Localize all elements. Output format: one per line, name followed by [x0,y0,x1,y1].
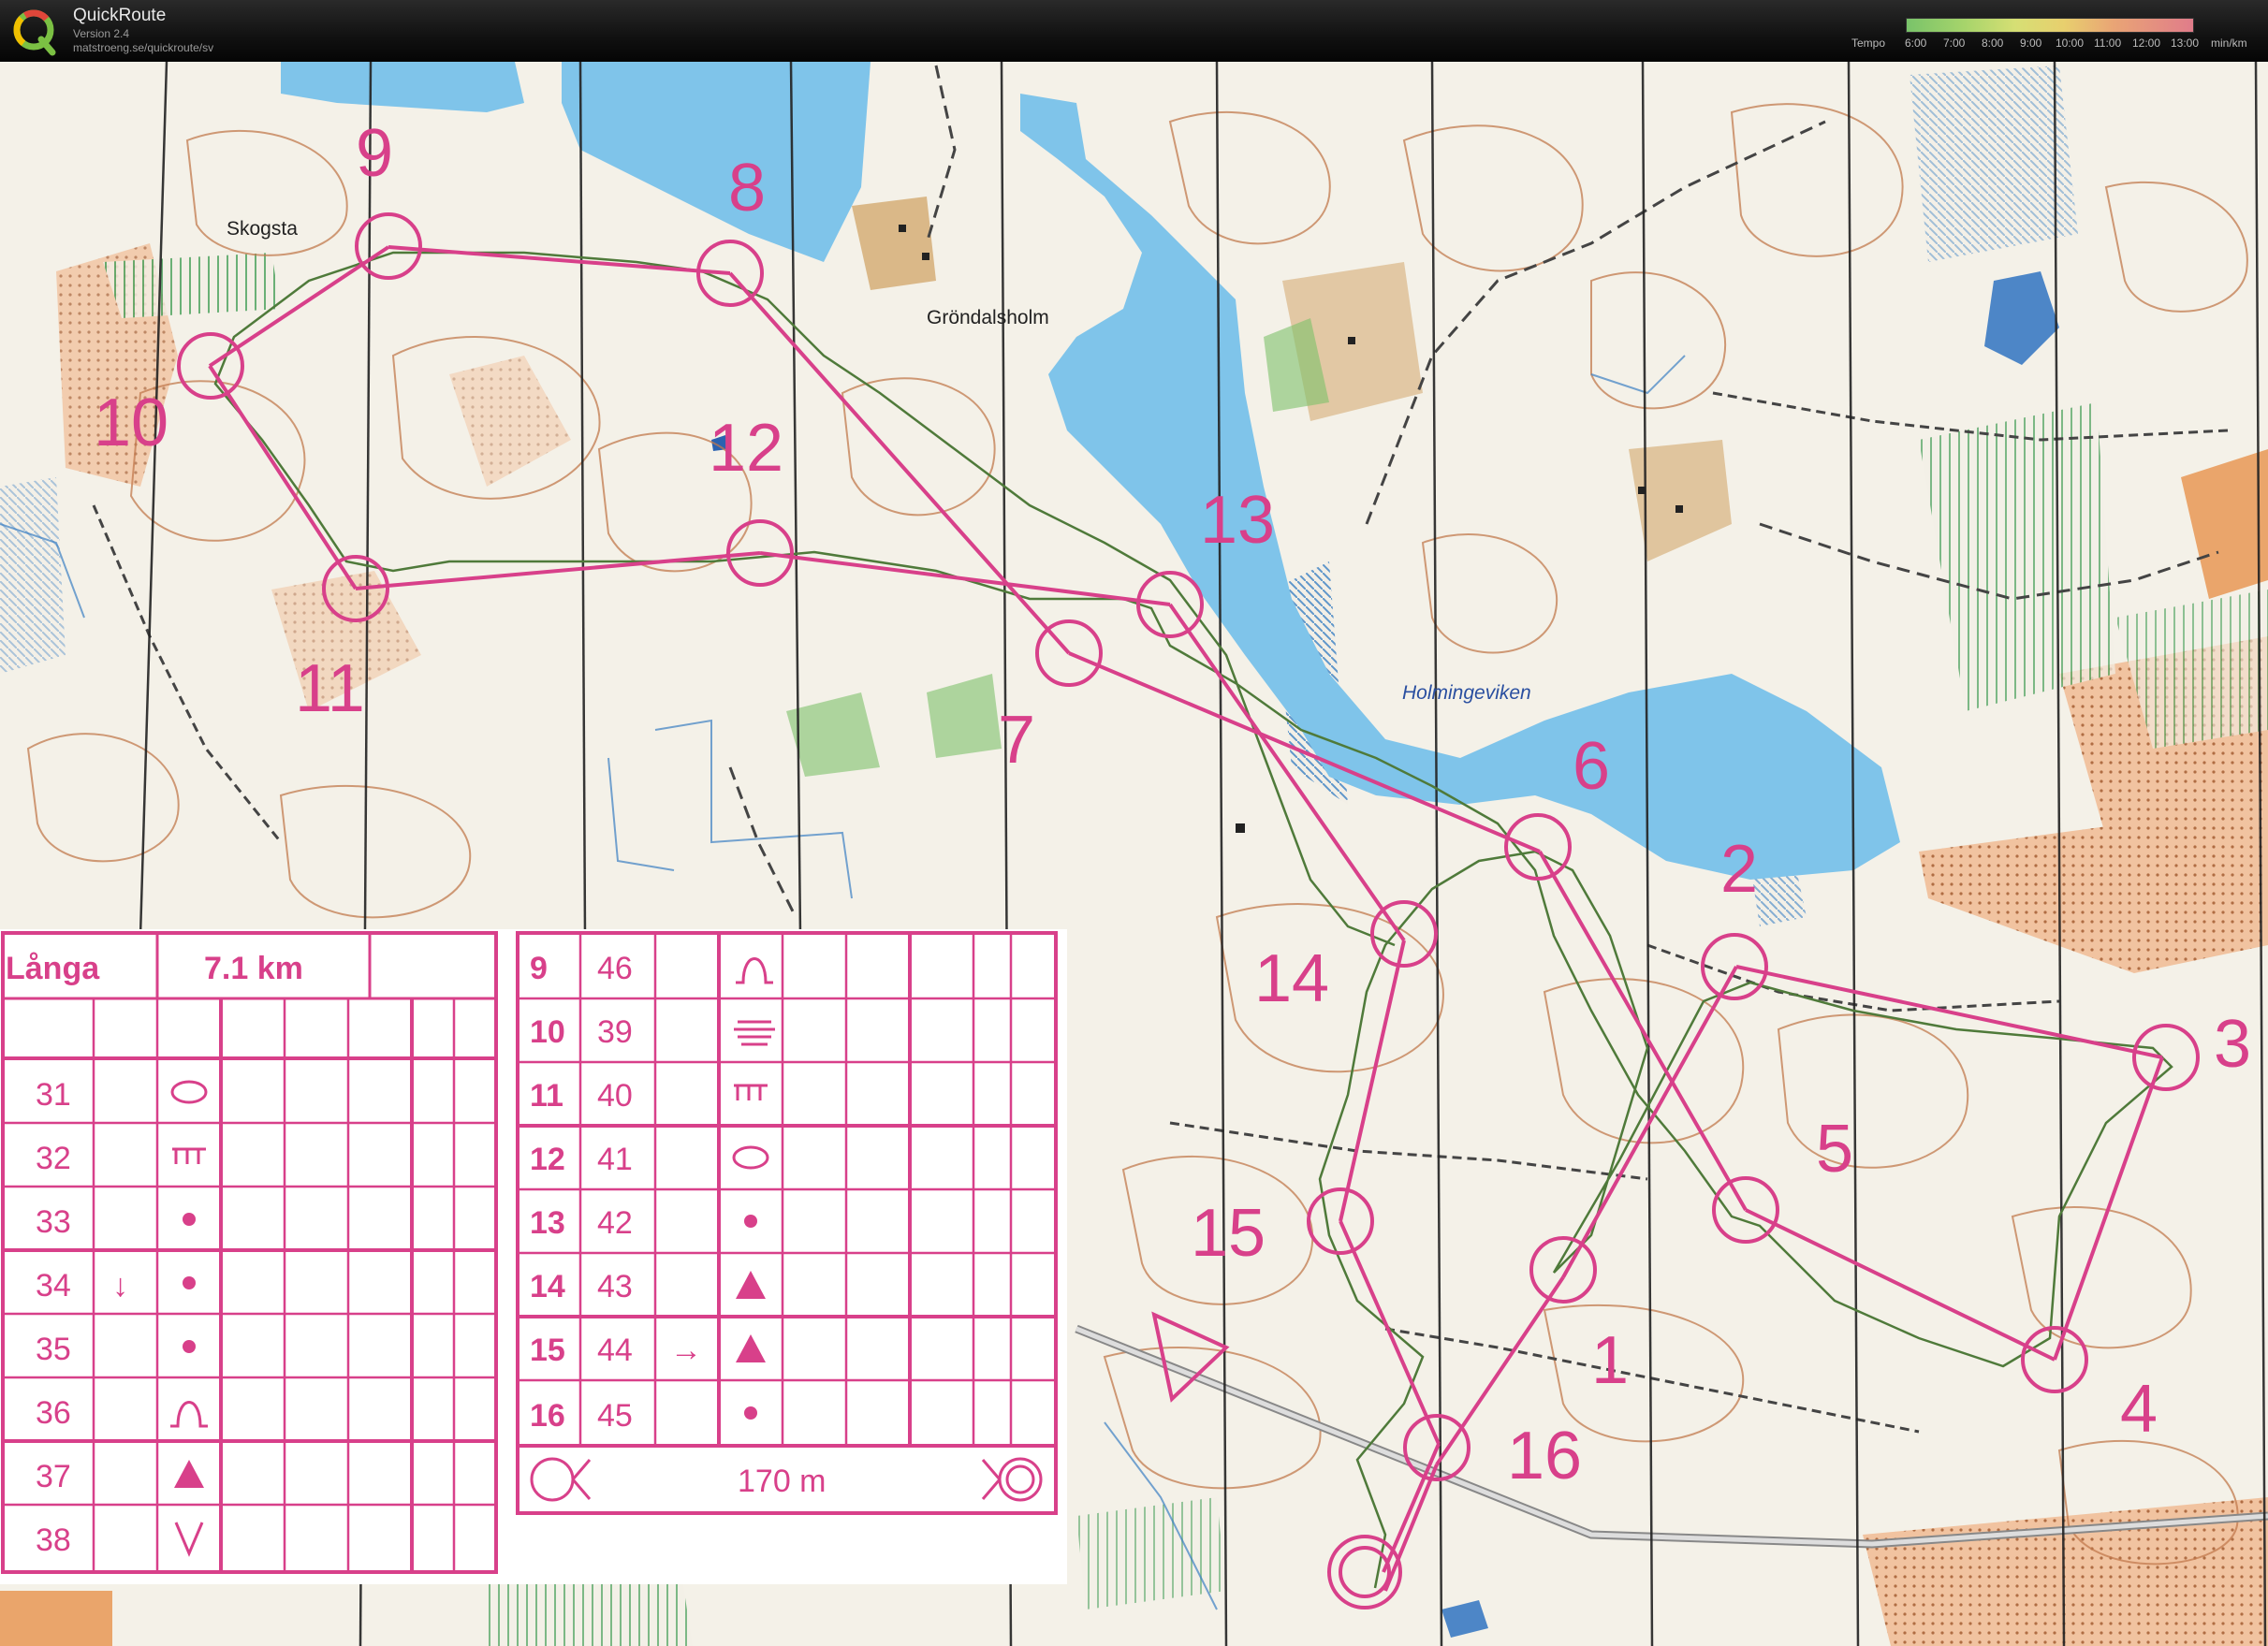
tempo-tick: 7:00 [1943,36,1966,50]
control-number-3: 3 [2214,1007,2251,1082]
dot-feature-icon [744,1215,757,1228]
control-code: 36 [36,1395,71,1431]
control-number-5: 5 [1816,1112,1853,1187]
control-number-11: 11 [295,651,365,726]
control-description-sheet: Långa 7.1 km 31 32 33 34 ↓ 35 36 37 38 9… [0,929,1067,1584]
tempo-color-scale [1906,18,2194,33]
control-code: 40 [597,1078,633,1114]
course-name: Långa [6,951,100,986]
dot-feature-icon [183,1340,196,1353]
place-name-skogsta: Skogsta [227,218,298,240]
control-code: 31 [36,1077,71,1113]
control-number: 12 [530,1142,565,1177]
control-code: 34 [36,1268,71,1304]
direction-arrow: → [670,1333,702,1368]
control-code: 43 [597,1269,633,1304]
app-name: QuickRoute [73,6,167,25]
control-code: 45 [597,1398,633,1434]
title-bar: QuickRoute Version 2.4 matstroeng.se/qui… [0,0,2268,63]
control-number-12: 12 [709,411,783,486]
control-code: 39 [597,1014,633,1050]
control-number-13: 13 [1200,483,1275,558]
control-code: 33 [36,1204,71,1240]
control-number: 9 [530,951,548,986]
control-code: 32 [36,1141,71,1176]
tempo-tick: 12:00 [2132,36,2161,50]
direction-arrow: ↓ [112,1268,128,1304]
control-code: 46 [597,951,633,986]
control-number-9: 9 [356,116,393,191]
app-url[interactable]: matstroeng.se/quickroute/sv [73,41,213,54]
dot-feature-icon [183,1276,196,1289]
place-name-grondalsholm: Gröndalsholm [927,307,1049,328]
dot-feature-icon [183,1213,196,1226]
dot-feature-icon [744,1406,757,1420]
control-code: 42 [597,1205,633,1241]
control-code: 37 [36,1459,71,1494]
finish-distance: 170 m [738,1464,827,1499]
tempo-tick: 11:00 [2094,36,2122,50]
control-number: 10 [530,1014,565,1050]
control-number-8: 8 [728,151,766,226]
course-length: 7.1 km [204,951,303,986]
control-number-14: 14 [1254,941,1329,1016]
control-code: 35 [36,1332,71,1367]
control-number: 13 [530,1205,565,1241]
control-number-7: 7 [998,703,1035,778]
tempo-tick: 13:00 [2171,36,2200,50]
control-number: 16 [530,1398,565,1434]
control-code: 44 [597,1333,633,1368]
quickroute-logo-icon [13,9,56,56]
control-number-4: 4 [2120,1372,2158,1447]
control-number: 11 [530,1078,563,1114]
tempo-tick: 8:00 [1982,36,2004,50]
app-version: Version 2.4 [73,27,130,40]
control-number-10: 10 [94,386,168,460]
tempo-tick: 6:00 [1905,36,1927,50]
orienteering-map[interactable]: 1 2 3 4 5 6 7 8 9 10 11 12 13 14 15 16 S… [0,62,2268,1646]
lake-name-holmingeviken: Holmingeviken [1402,682,1531,704]
control-number-1: 1 [1591,1323,1629,1398]
control-number-6: 6 [1573,729,1610,804]
control-code: 38 [36,1522,71,1558]
control-number-2: 2 [1720,832,1758,907]
control-code: 41 [597,1142,633,1177]
tempo-tick: 10:00 [2056,36,2085,50]
tempo-tick: 9:00 [2020,36,2042,50]
tempo-unit: min/km [2211,36,2247,50]
control-number: 14 [530,1269,565,1304]
tempo-label: Tempo [1851,36,1886,50]
control-number-15: 15 [1191,1196,1266,1271]
control-number: 15 [530,1333,565,1368]
control-number-16: 16 [1507,1419,1582,1493]
